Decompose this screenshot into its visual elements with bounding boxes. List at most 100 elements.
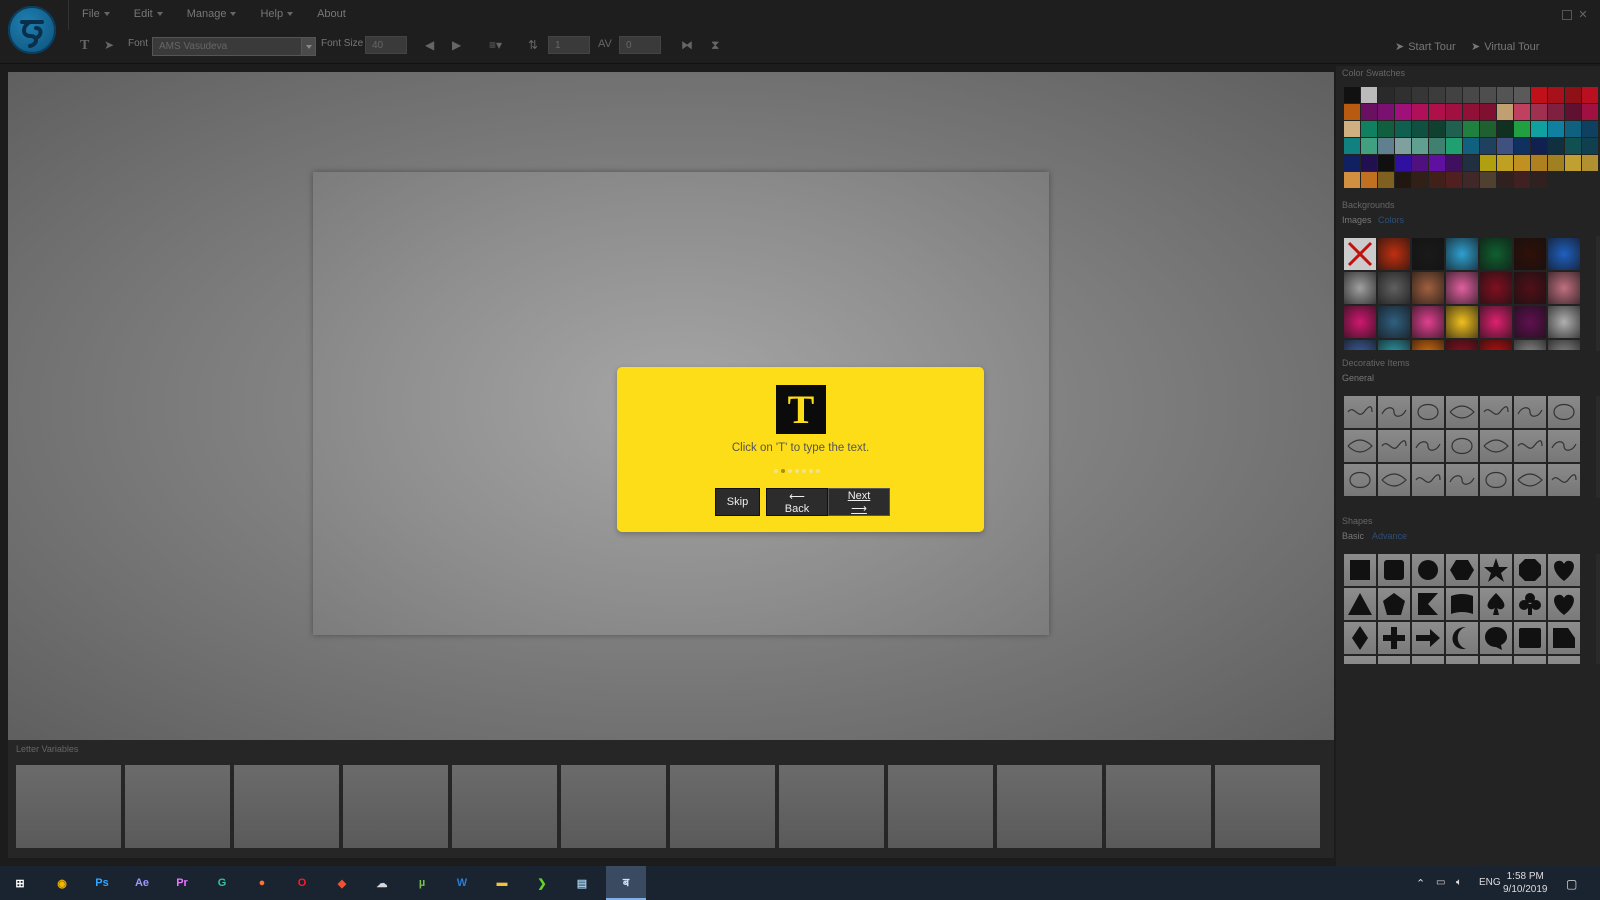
color-swatch[interactable] [1514,138,1530,154]
shape-spade[interactable] [1480,588,1512,620]
decorative-item[interactable] [1480,396,1512,428]
background-thumb-pink-splash[interactable] [1446,272,1478,304]
shape-cross[interactable] [1378,622,1410,654]
color-swatch[interactable] [1582,104,1598,120]
notepad-icon[interactable]: ▤ [570,871,594,895]
background-thumb-crimson[interactable] [1446,340,1478,350]
align-icon[interactable]: ≡▾ [489,38,502,52]
color-swatch[interactable] [1412,121,1428,137]
arrow-app-icon[interactable]: ❯ [530,871,554,895]
color-swatch[interactable] [1548,87,1564,103]
color-swatch[interactable] [1446,121,1462,137]
menu-item-about[interactable]: About [317,8,346,20]
color-swatch[interactable] [1378,104,1394,120]
tab-general[interactable]: General [1342,373,1374,383]
color-swatch[interactable] [1395,87,1411,103]
color-swatch[interactable] [1361,172,1377,188]
color-swatch[interactable] [1446,104,1462,120]
after-effects-icon[interactable]: Ae [130,871,154,895]
shape-tag[interactable] [1548,622,1580,654]
network-icon[interactable]: ▭ [1436,877,1445,888]
background-thumb-maroon[interactable] [1514,272,1546,304]
shape-triangle[interactable] [1344,588,1376,620]
background-thumb-blue-smoke[interactable] [1548,238,1580,270]
shape-crescent[interactable] [1446,622,1478,654]
color-swatch[interactable] [1361,87,1377,103]
flip-vertical-icon[interactable]: ⧗ [711,38,719,53]
decorative-scrollbar[interactable] [1596,396,1600,498]
shape-semicircle[interactable] [1412,656,1444,664]
color-swatch[interactable] [1548,104,1564,120]
color-swatch[interactable] [1412,138,1428,154]
menu-item-manage[interactable]: Manage [187,8,237,20]
tab-basic[interactable]: Basic [1342,531,1364,541]
color-swatch[interactable] [1480,155,1496,171]
color-swatch[interactable] [1395,138,1411,154]
background-thumb-gray-light[interactable] [1514,340,1546,350]
shape-club[interactable] [1514,588,1546,620]
background-thumb-frame[interactable] [1412,272,1444,304]
decorative-item[interactable] [1514,464,1546,496]
menu-item-help[interactable]: Help [260,8,294,20]
color-swatch[interactable] [1531,138,1547,154]
background-thumb-green-glow[interactable] [1480,238,1512,270]
close-button[interactable]: ✕ [1578,10,1588,21]
color-swatch[interactable] [1514,87,1530,103]
decorative-item[interactable] [1412,464,1444,496]
color-swatch[interactable] [1531,155,1547,171]
shape-chevron-left[interactable] [1412,588,1444,620]
color-swatch[interactable] [1514,121,1530,137]
color-swatch[interactable] [1548,138,1564,154]
background-thumb-clouds[interactable] [1344,340,1376,350]
premiere-icon[interactable]: Pr [170,871,194,895]
color-swatch[interactable] [1429,138,1445,154]
letter-variable-cell[interactable] [779,765,884,848]
skip-button[interactable]: Skip [715,488,760,516]
color-swatch[interactable] [1480,121,1496,137]
color-swatch[interactable] [1514,172,1530,188]
color-swatch[interactable] [1463,121,1479,137]
color-swatch[interactable] [1463,87,1479,103]
tab-colors[interactable]: Colors [1378,215,1404,225]
color-swatch[interactable] [1480,104,1496,120]
color-swatch[interactable] [1344,87,1360,103]
color-swatch[interactable] [1378,87,1394,103]
color-swatch[interactable] [1344,121,1360,137]
shape-arrow-right[interactable] [1412,622,1444,654]
color-swatch[interactable] [1412,155,1428,171]
letter-variable-cell[interactable] [1106,765,1211,848]
shape-speech-bubble[interactable] [1480,622,1512,654]
color-swatch[interactable] [1395,104,1411,120]
color-swatch[interactable] [1429,104,1445,120]
color-swatch[interactable] [1565,87,1581,103]
shapes-scroll[interactable] [1344,554,1584,664]
shape-bow[interactable] [1514,656,1546,664]
letter-variable-cell[interactable] [561,765,666,848]
tab-images[interactable]: Images [1342,215,1372,225]
decorative-item[interactable] [1378,396,1410,428]
color-swatch[interactable] [1361,104,1377,120]
background-thumb-gray-mid[interactable] [1548,340,1580,350]
shape-diamond[interactable] [1344,622,1376,654]
current-app-icon[interactable]: ब [606,866,646,900]
color-swatch[interactable] [1582,155,1598,171]
shape-trapezoid[interactable] [1548,656,1580,664]
color-swatch[interactable] [1548,155,1564,171]
background-thumb-color-smoke[interactable] [1446,238,1478,270]
color-swatch[interactable] [1378,138,1394,154]
background-thumb-none[interactable] [1344,238,1376,270]
letter-variable-cell[interactable] [1215,765,1320,848]
decorative-item[interactable] [1446,396,1478,428]
shape-heart[interactable] [1548,554,1580,586]
color-swatch[interactable] [1480,87,1496,103]
shape-star[interactable] [1480,554,1512,586]
firefox-icon[interactable]: ● [250,871,274,895]
text-tool-icon[interactable]: T [80,38,89,54]
color-swatch[interactable] [1429,121,1445,137]
color-swatch[interactable] [1497,155,1513,171]
background-thumb-magenta[interactable] [1344,306,1376,338]
color-swatch[interactable] [1497,87,1513,103]
letter-variable-cell[interactable] [888,765,993,848]
font-size-input[interactable] [365,36,407,54]
color-swatch[interactable] [1412,87,1428,103]
